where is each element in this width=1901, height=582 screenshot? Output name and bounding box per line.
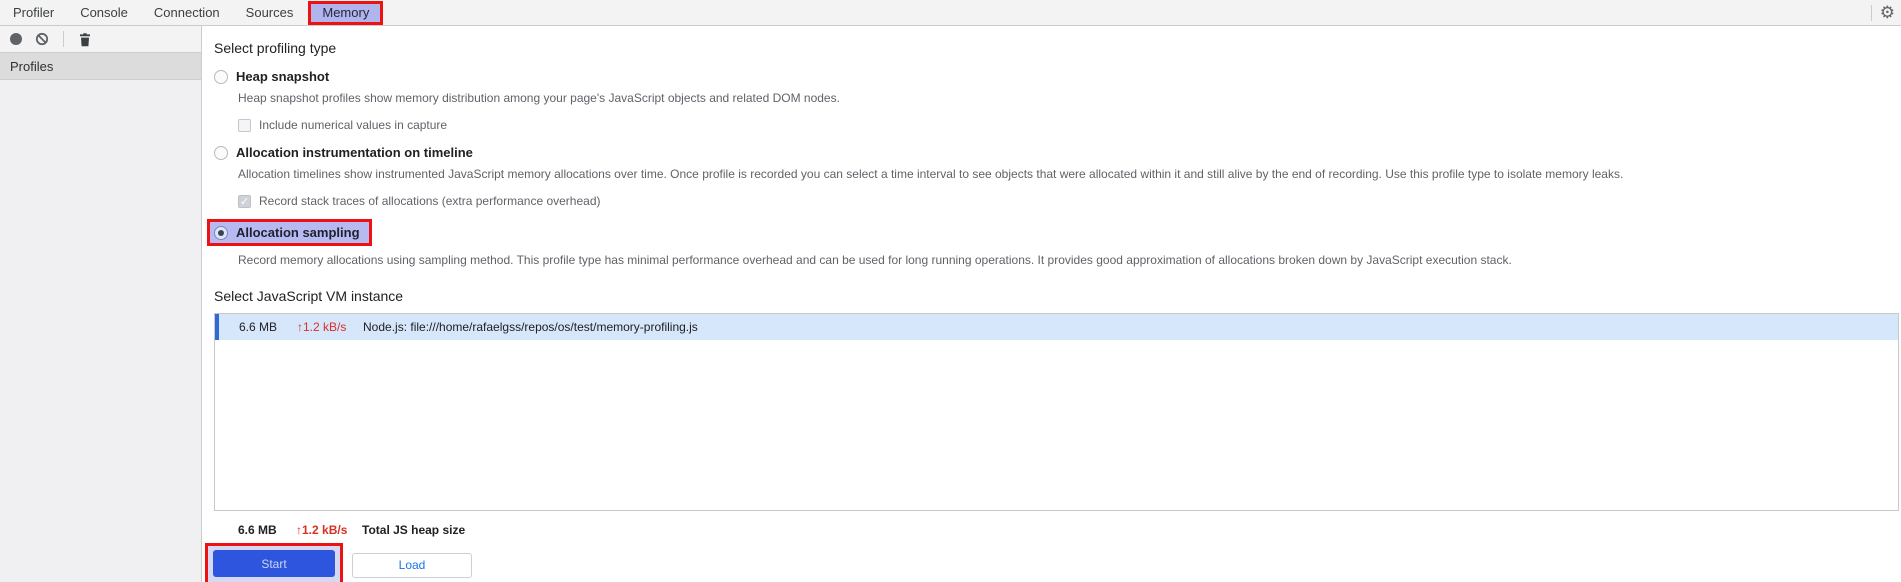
allocation-sampling-annotation-box: Allocation sampling [207, 219, 372, 246]
vm-instance-list[interactable]: 6.6 MB ↑1.2 kB/s Node.js: file:///home/r… [214, 313, 1899, 511]
checkbox-icon[interactable] [238, 194, 251, 208]
option-description: Allocation timelines show instrumented J… [238, 167, 1624, 181]
memory-panel: Select profiling type Heap snapshot Heap… [202, 26, 1901, 582]
radio-label: Heap snapshot [236, 69, 330, 84]
checkbox-label: Include numerical values in capture [259, 118, 448, 132]
checkbox-icon[interactable] [238, 118, 251, 132]
tab-connection[interactable]: Connection [141, 0, 233, 25]
vm-heap-size: 6.6 MB [239, 320, 278, 334]
radio-allocation-sampling[interactable]: Allocation sampling [214, 225, 360, 240]
radio-heap-snapshot[interactable]: Heap snapshot [214, 69, 1887, 84]
option-description: Heap snapshot profiles show memory distr… [238, 91, 840, 105]
start-button[interactable]: Start [213, 550, 335, 577]
total-heap-size: 6.6 MB [238, 523, 277, 537]
devtools-window: Profiler Console Connection Sources Memo… [0, 0, 1901, 582]
vm-instance-name: Node.js: file:///home/rafaelgss/repos/os… [363, 320, 698, 334]
radio-icon[interactable] [214, 145, 228, 160]
radio-label: Allocation sampling [236, 225, 360, 240]
radio-label: Allocation instrumentation on timeline [236, 145, 473, 160]
vm-allocation-rate: ↑1.2 kB/s [297, 320, 347, 334]
vm-instance-row[interactable]: 6.6 MB ↑1.2 kB/s Node.js: file:///home/r… [215, 314, 1898, 340]
checkbox-record-stack-traces[interactable]: Record stack traces of allocations (extr… [238, 194, 1887, 208]
profiles-list-empty [0, 80, 201, 582]
total-heap-row: 6.6 MB ↑1.2 kB/s Total JS heap size [214, 523, 1887, 537]
tab-sources[interactable]: Sources [233, 0, 307, 25]
delete-icon[interactable] [78, 32, 92, 47]
checkbox-label: Record stack traces of allocations (extr… [259, 194, 601, 208]
profiles-section-header[interactable]: Profiles [0, 53, 201, 80]
tab-profiler[interactable]: Profiler [0, 0, 67, 25]
record-icon[interactable] [10, 33, 22, 45]
action-buttons-row: Start Load [205, 543, 1887, 582]
content-split: Profiles Select profiling type Heap snap… [0, 26, 1901, 582]
tab-memory-annotation-box[interactable]: Memory [308, 0, 384, 25]
total-heap-label: Total JS heap size [362, 523, 466, 537]
clear-icon[interactable] [35, 32, 49, 46]
option-description: Record memory allocations using sampling… [238, 253, 1512, 267]
load-button[interactable]: Load [352, 552, 472, 578]
tabbar-right-controls: ⚙ [1870, 0, 1895, 25]
toolbar-divider [1870, 4, 1872, 21]
start-button-annotation-box: Start [205, 543, 343, 582]
tab-memory[interactable]: Memory [322, 5, 369, 20]
vm-instance-heading: Select JavaScript VM instance [214, 288, 404, 304]
sidebar: Profiles [0, 26, 202, 582]
total-allocation-rate: ↑1.2 kB/s [296, 523, 348, 537]
radio-icon-selected[interactable] [214, 225, 228, 240]
tab-bar: Profiler Console Connection Sources Memo… [0, 0, 1901, 26]
settings-gear-icon[interactable]: ⚙ [1880, 4, 1895, 21]
profiler-toolbar [0, 26, 201, 53]
radio-icon[interactable] [214, 69, 228, 84]
tab-console[interactable]: Console [67, 0, 141, 25]
radio-allocation-instrumentation[interactable]: Allocation instrumentation on timeline [214, 145, 1887, 160]
checkbox-include-numerical-values[interactable]: Include numerical values in capture [238, 118, 1887, 132]
toolbar-divider [63, 31, 64, 47]
profiling-type-heading: Select profiling type [214, 40, 337, 56]
